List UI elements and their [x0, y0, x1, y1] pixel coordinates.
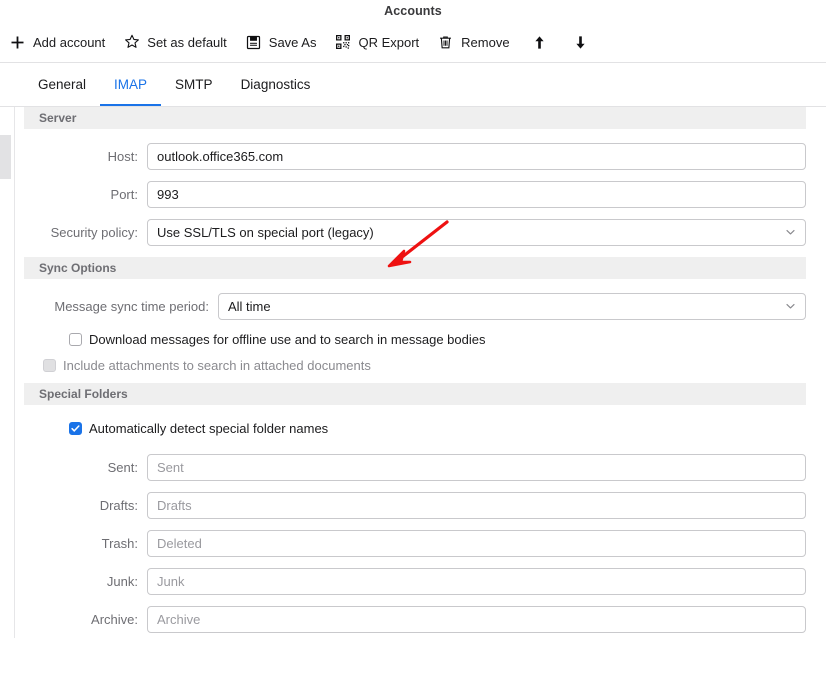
- window-titlebar: Accounts: [0, 0, 826, 22]
- trash-folder-value: Deleted: [157, 535, 202, 551]
- drafts-folder-label: Drafts:: [99, 497, 138, 513]
- host-input-value: outlook.office365.com: [157, 148, 284, 164]
- port-label: Port:: [110, 186, 138, 202]
- download-offline-checkbox-row[interactable]: Download messages for offline use and to…: [24, 326, 816, 352]
- port-input[interactable]: 993: [147, 180, 806, 208]
- set-as-default-label: Set as default: [147, 34, 227, 50]
- vertical-scrollbar-thumb[interactable]: [0, 135, 11, 179]
- auto-detect-folders-label: Automatically detect special folder name…: [89, 420, 329, 436]
- accounts-window: Accounts Add account Set as default Save…: [0, 0, 826, 681]
- window-title: Accounts: [384, 4, 442, 18]
- security-policy-label: Security policy:: [50, 224, 138, 240]
- trash-icon: [437, 34, 454, 51]
- chevron-down-icon: [785, 227, 796, 238]
- add-account-label: Add account: [33, 34, 106, 50]
- security-policy-value: Use SSL/TLS on special port (legacy): [157, 224, 374, 240]
- include-attachments-label: Include attachments to search in attache…: [63, 357, 371, 373]
- qr-export-label: QR Export: [358, 34, 420, 50]
- message-sync-period-row: Message sync time period: All time: [24, 287, 816, 325]
- host-label: Host:: [107, 148, 138, 164]
- message-sync-period-value: All time: [228, 298, 271, 314]
- move-up-button[interactable]: [519, 26, 560, 58]
- arrow-down-icon: [572, 34, 589, 51]
- drafts-folder-value: Drafts: [157, 497, 192, 513]
- tab-smtp-label: SMTP: [175, 77, 213, 92]
- trash-folder-row: Trash: Deleted: [24, 524, 816, 562]
- sent-folder-value: Sent: [157, 459, 184, 475]
- move-down-button[interactable]: [560, 26, 601, 58]
- junk-folder-input[interactable]: Junk: [147, 567, 806, 595]
- star-icon: [123, 34, 140, 51]
- main-toolbar: Add account Set as default Save As QR Ex…: [0, 22, 826, 63]
- section-header-server-label: Server: [39, 111, 77, 125]
- sent-folder-label: Sent:: [107, 459, 138, 475]
- security-policy-row: Security policy: Use SSL/TLS on special …: [24, 213, 816, 251]
- tab-general[interactable]: General: [24, 63, 100, 106]
- trash-folder-label: Trash:: [101, 535, 138, 551]
- panel-divider: [14, 107, 15, 638]
- arrow-up-icon: [531, 34, 548, 51]
- section-header-special-folders: Special Folders: [24, 383, 806, 405]
- port-row: Port: 993: [24, 175, 816, 213]
- plus-icon: [9, 34, 26, 51]
- junk-folder-row: Junk: Junk: [24, 562, 816, 600]
- set-as-default-button[interactable]: Set as default: [114, 26, 236, 58]
- junk-folder-value: Junk: [157, 573, 185, 589]
- section-header-server: Server: [24, 107, 806, 129]
- imap-settings-panel: Server Host: outlook.office365.com Port:…: [0, 107, 826, 638]
- section-header-sync-options: Sync Options: [24, 257, 806, 279]
- add-account-button[interactable]: Add account: [0, 26, 114, 58]
- auto-detect-folders-row[interactable]: Automatically detect special folder name…: [24, 415, 816, 441]
- tab-general-label: General: [38, 77, 87, 92]
- include-attachments-checkbox-row: Include attachments to search in attache…: [24, 352, 816, 378]
- tab-diagnostics-label: Diagnostics: [240, 77, 311, 92]
- security-policy-select[interactable]: Use SSL/TLS on special port (legacy): [147, 218, 806, 246]
- floppy-disk-icon: [245, 34, 262, 51]
- drafts-folder-input[interactable]: Drafts: [147, 491, 806, 519]
- save-as-button[interactable]: Save As: [236, 26, 326, 58]
- auto-detect-folders-checkbox[interactable]: [69, 421, 82, 435]
- download-offline-label: Download messages for offline use and to…: [89, 331, 486, 347]
- port-input-value: 993: [157, 186, 179, 202]
- archive-folder-row: Archive: Archive: [24, 600, 816, 638]
- sent-folder-row: Sent: Sent: [24, 448, 816, 486]
- download-offline-checkbox[interactable]: [69, 332, 82, 346]
- drafts-folder-row: Drafts: Drafts: [24, 486, 816, 524]
- qr-code-icon: [334, 34, 351, 51]
- section-header-special-folders-label: Special Folders: [39, 387, 128, 401]
- remove-label: Remove: [461, 34, 510, 50]
- archive-folder-value: Archive: [157, 611, 201, 627]
- junk-folder-label: Junk:: [106, 573, 138, 589]
- save-as-label: Save As: [268, 34, 317, 50]
- host-row: Host: outlook.office365.com: [24, 137, 816, 175]
- include-attachments-checkbox: [43, 358, 56, 372]
- tab-smtp[interactable]: SMTP: [161, 63, 227, 106]
- message-sync-period-select[interactable]: All time: [218, 292, 806, 320]
- archive-folder-input[interactable]: Archive: [147, 605, 806, 633]
- chevron-down-icon: [785, 301, 796, 312]
- qr-export-button[interactable]: QR Export: [325, 26, 428, 58]
- tab-imap[interactable]: IMAP: [100, 63, 162, 106]
- account-tabs: General IMAP SMTP Diagnostics: [0, 63, 826, 107]
- section-header-sync-options-label: Sync Options: [39, 261, 117, 275]
- host-input[interactable]: outlook.office365.com: [147, 142, 806, 170]
- trash-folder-input[interactable]: Deleted: [147, 529, 806, 557]
- sent-folder-input[interactable]: Sent: [147, 453, 806, 481]
- tab-diagnostics[interactable]: Diagnostics: [227, 63, 325, 106]
- tab-imap-label: IMAP: [114, 77, 148, 92]
- archive-folder-label: Archive:: [91, 611, 138, 627]
- message-sync-period-label: Message sync time period:: [54, 298, 209, 314]
- remove-button[interactable]: Remove: [428, 26, 518, 58]
